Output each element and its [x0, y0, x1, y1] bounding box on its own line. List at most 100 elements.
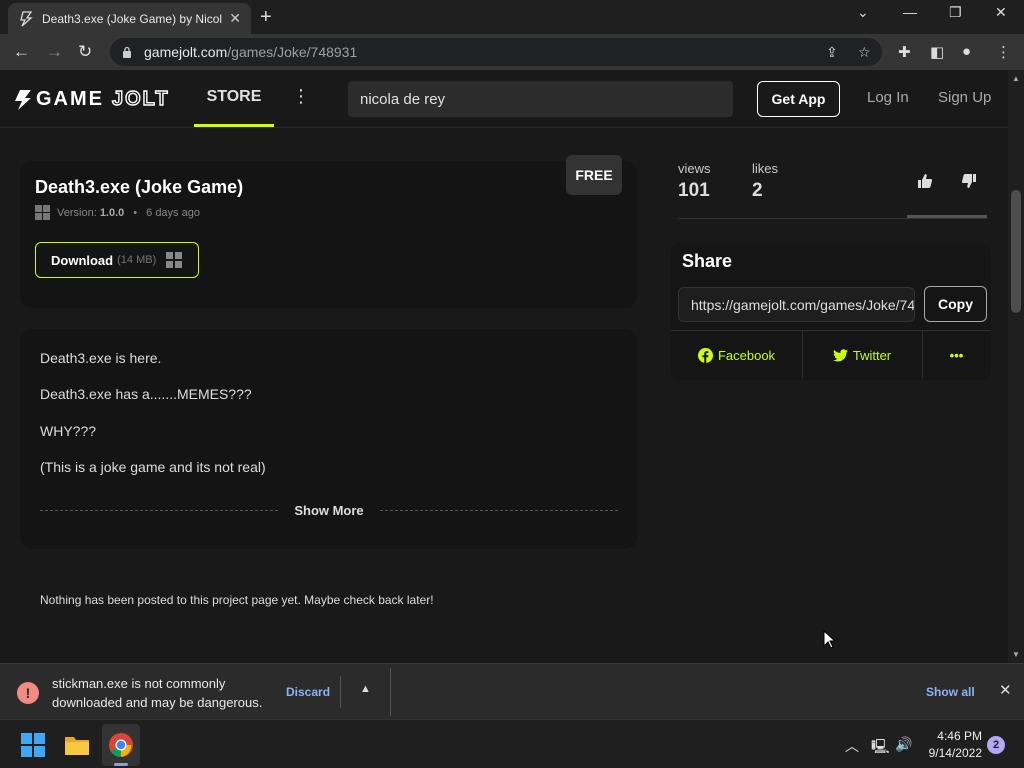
- logo-word-jolt: JOLT: [111, 87, 170, 110]
- get-app-button[interactable]: Get App: [757, 81, 840, 117]
- meta-separator: •: [133, 206, 138, 219]
- search-input[interactable]: nicola de rey: [348, 81, 733, 117]
- tab-title: Death3.exe (Joke Game) by Nicol: [42, 11, 222, 26]
- warning-icon: !: [17, 682, 39, 704]
- views-count: 101: [678, 180, 710, 201]
- version-number: 1.0.0: [99, 206, 125, 219]
- thumbs-up-icon[interactable]: [918, 174, 932, 188]
- twitter-label: Twitter: [852, 347, 892, 363]
- share-page-icon[interactable]: ⇪: [826, 44, 838, 61]
- show-all-button[interactable]: Show all: [926, 685, 975, 699]
- system-clock[interactable]: 4:46 PM 9/14/2022: [920, 728, 982, 762]
- divider: [40, 510, 279, 511]
- windows-platform-icon: [166, 252, 183, 268]
- copy-button[interactable]: Copy: [924, 286, 987, 322]
- chevron-up-icon[interactable]: ▲: [360, 683, 371, 695]
- facebook-icon: [697, 347, 713, 363]
- page-viewport: GAME JOLT STORE ⋮ nicola de rey Get App …: [0, 70, 1008, 663]
- store-nav-link[interactable]: STORE: [194, 70, 274, 127]
- chrome-icon: [109, 733, 133, 757]
- file-explorer-icon[interactable]: [64, 732, 90, 758]
- show-more-toggle[interactable]: Show More: [40, 503, 618, 518]
- description-line: Death3.exe is here.: [40, 350, 162, 366]
- extensions-icon[interactable]: ✚: [898, 43, 911, 61]
- description-line: Death3.exe has a.......MEMES???: [40, 386, 252, 402]
- tab-search-chevron-icon[interactable]: ⌄: [857, 4, 869, 21]
- bolt-icon: [15, 89, 31, 110]
- version-label: Version:: [57, 206, 97, 219]
- game-info-card: Death3.exe (Joke Game) Version: 1.0.0 • …: [20, 155, 637, 308]
- divider: [390, 668, 391, 716]
- divider: [379, 510, 618, 511]
- download-size: (14 MB): [117, 254, 157, 266]
- thumbs-down-icon[interactable]: [962, 174, 976, 188]
- likes-label: likes: [752, 161, 779, 176]
- download-warning-message: stickman.exe is not commonly downloaded …: [52, 676, 263, 710]
- facebook-share-button[interactable]: Facebook: [671, 331, 802, 379]
- clock-date: 9/14/2022: [928, 746, 982, 760]
- bookmark-star-icon[interactable]: ☆: [858, 44, 871, 61]
- window-close-icon[interactable]: ✕: [995, 4, 1007, 21]
- active-app-indicator: [114, 763, 128, 766]
- share-url-field[interactable]: https://gamejolt.com/games/Joke/748931: [678, 287, 915, 322]
- network-icon[interactable]: 🖳: [871, 736, 890, 760]
- game-meta: Version: 1.0.0 • 6 days ago: [35, 205, 200, 220]
- mouse-cursor-icon: [823, 630, 835, 649]
- description-line: (This is a joke game and its not real): [40, 459, 266, 475]
- twitter-share-button[interactable]: Twitter: [802, 331, 922, 379]
- download-label: Download: [51, 252, 114, 268]
- browser-tab[interactable]: Death3.exe (Joke Game) by Nicol ✕: [8, 3, 251, 34]
- facebook-label: Facebook: [717, 347, 776, 363]
- close-download-shelf-icon[interactable]: ✕: [999, 681, 1012, 699]
- url-host: gamejolt.com: [144, 44, 228, 60]
- logo-word-game: GAME: [36, 88, 104, 110]
- gamejolt-favicon-icon: [20, 10, 33, 26]
- url-path: /games/Joke/748931: [227, 44, 358, 60]
- profile-icon[interactable]: ●: [962, 43, 971, 60]
- description-line: WHY???: [40, 423, 97, 439]
- scrollbar-thumb[interactable]: [1011, 190, 1021, 313]
- twitter-icon: [832, 348, 848, 361]
- scroll-up-icon[interactable]: ▲: [1012, 74, 1020, 83]
- gamejolt-header: GAME JOLT STORE ⋮ nicola de rey Get App …: [0, 70, 1008, 128]
- log-in-link[interactable]: Log In: [867, 89, 909, 106]
- restore-icon[interactable]: ❐: [949, 4, 962, 21]
- download-button[interactable]: Download (14 MB): [35, 242, 199, 278]
- updated-time: 6 days ago: [146, 206, 200, 219]
- sign-up-link[interactable]: Sign Up: [938, 89, 991, 106]
- lock-icon: [123, 46, 131, 58]
- page-scrollbar[interactable]: ▲ ▼: [1008, 70, 1024, 663]
- likes-count: 2: [752, 180, 763, 201]
- share-card: Share https://gamejolt.com/games/Joke/74…: [671, 243, 991, 380]
- discard-button[interactable]: Discard: [286, 685, 330, 699]
- views-label: views: [678, 161, 711, 176]
- notification-badge[interactable]: 2: [987, 736, 1005, 754]
- clock-time: 4:46 PM: [937, 729, 982, 743]
- more-share-options-button[interactable]: •••: [922, 331, 991, 379]
- minimize-icon[interactable]: —: [903, 4, 917, 20]
- windows-start-icon[interactable]: [20, 732, 46, 758]
- scroll-down-icon[interactable]: ▼: [1012, 650, 1020, 659]
- forward-icon[interactable]: →: [46, 42, 63, 62]
- reload-icon[interactable]: ↻: [78, 42, 92, 62]
- more-options-icon[interactable]: ⋮: [292, 86, 310, 107]
- price-badge: FREE: [566, 155, 622, 195]
- divider: [340, 676, 341, 708]
- no-posts-message: Nothing has been posted to this project …: [40, 593, 434, 607]
- game-title: Death3.exe (Joke Game): [35, 177, 244, 197]
- address-bar[interactable]: gamejolt.com/games/Joke/748931: [110, 38, 882, 66]
- share-title: Share: [682, 251, 733, 271]
- vote-underline: [907, 215, 987, 218]
- gamejolt-logo[interactable]: GAME JOLT: [14, 87, 170, 111]
- download-shelf: ! stickman.exe is not commonly downloade…: [0, 663, 1024, 719]
- windows-platform-icon: [35, 205, 50, 220]
- tab-close-icon[interactable]: ✕: [229, 10, 241, 27]
- new-tab-button[interactable]: +: [260, 6, 272, 29]
- back-icon[interactable]: ←: [13, 42, 30, 62]
- tray-chevron-up-icon[interactable]: ︿: [845, 736, 859, 756]
- side-panel-icon[interactable]: ◧: [930, 43, 944, 61]
- show-more-label: Show More: [294, 503, 364, 518]
- volume-icon[interactable]: 🔊: [895, 736, 912, 753]
- browser-menu-icon[interactable]: ⋮: [996, 43, 1011, 61]
- description-card: Death3.exe is here. Death3.exe has a....…: [20, 329, 637, 549]
